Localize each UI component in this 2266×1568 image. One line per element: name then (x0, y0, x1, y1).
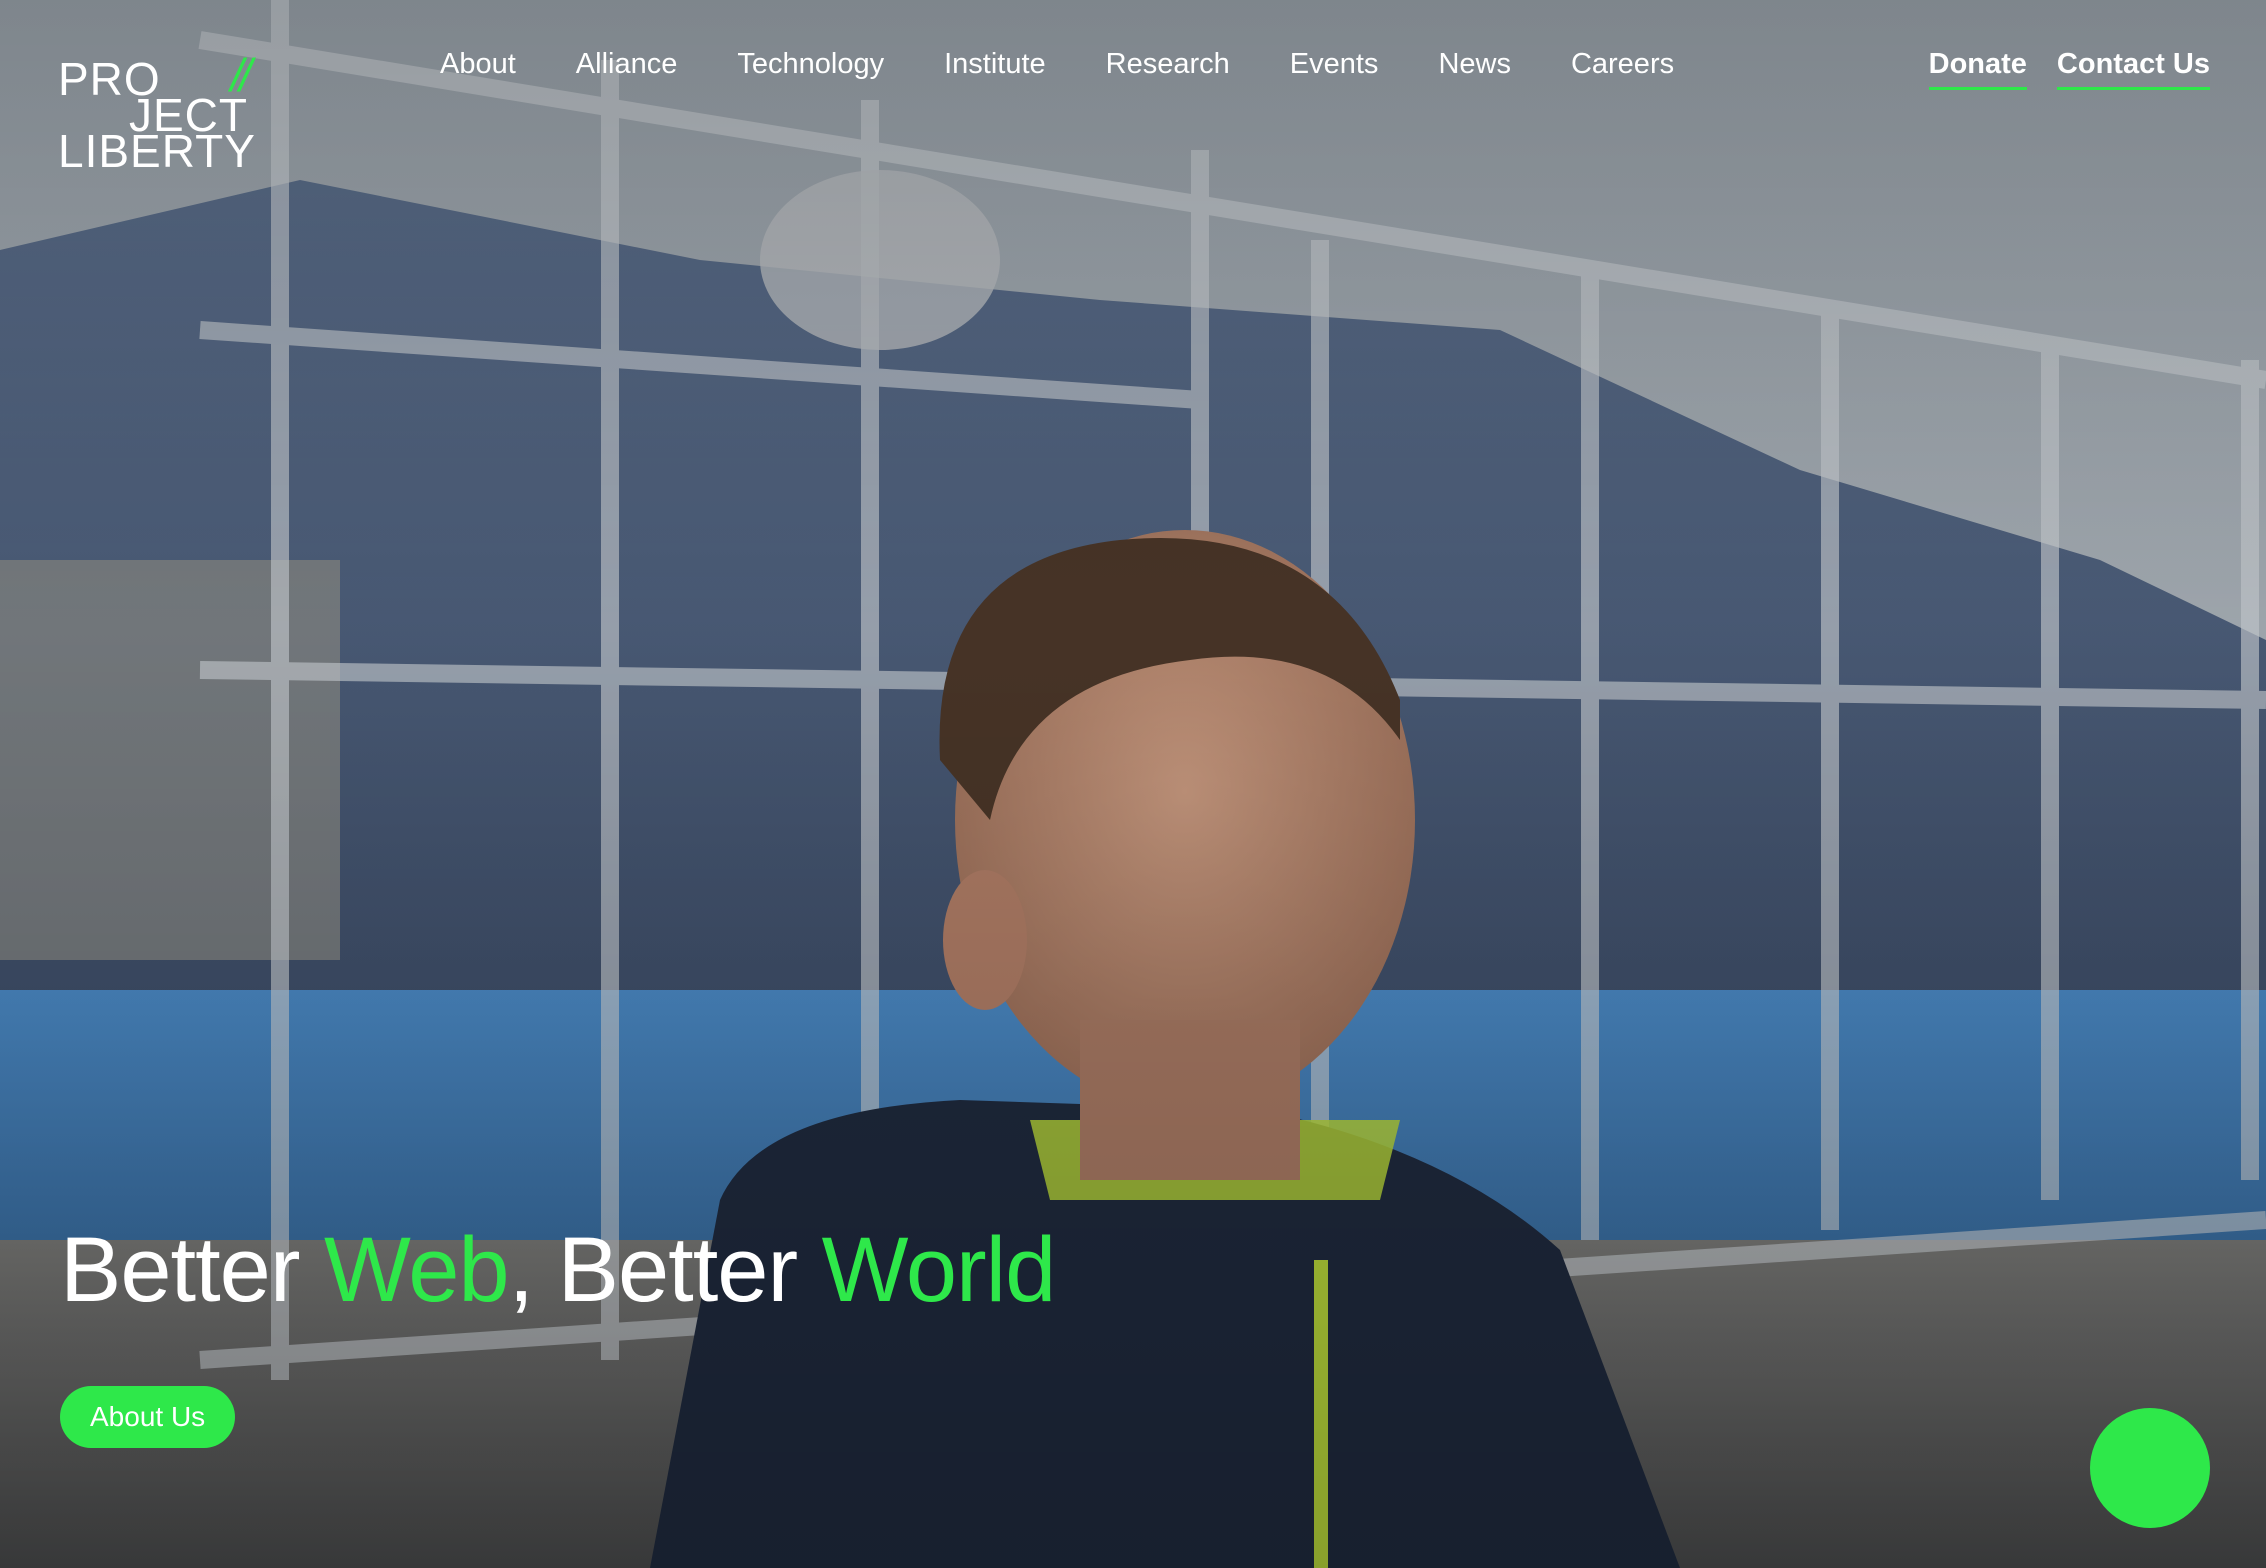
headline-part-1: Better (60, 1219, 325, 1321)
floating-circle-button[interactable] (2090, 1408, 2210, 1528)
hero-headline: Better Web, Better World (60, 1218, 1057, 1323)
headline-accent-world: World (821, 1219, 1057, 1321)
nav-item-alliance[interactable]: Alliance (576, 48, 678, 81)
nav-item-news[interactable]: News (1438, 48, 1511, 81)
nav-item-about[interactable]: About (440, 48, 516, 81)
logo-line-3: LIBERTY (58, 125, 256, 177)
donate-link[interactable]: Donate (1928, 48, 2027, 90)
project-liberty-logo[interactable]: PRO // JECT LIBERTY (58, 52, 255, 174)
headline-accent-web: Web (324, 1219, 510, 1321)
nav-item-research[interactable]: Research (1106, 48, 1230, 81)
hero-overlay (0, 0, 2266, 1568)
nav-item-careers[interactable]: Careers (1571, 48, 1674, 81)
contact-us-link[interactable]: Contact Us (2056, 48, 2210, 90)
main-nav: About Alliance Technology Institute Rese… (440, 48, 1674, 81)
nav-item-events[interactable]: Events (1290, 48, 1379, 81)
utility-nav: Donate Contact Us (1928, 48, 2210, 90)
headline-part-2: , Better (508, 1219, 822, 1321)
about-us-button[interactable]: About Us (60, 1386, 236, 1448)
nav-item-technology[interactable]: Technology (737, 48, 884, 81)
nav-item-institute[interactable]: Institute (944, 48, 1046, 81)
